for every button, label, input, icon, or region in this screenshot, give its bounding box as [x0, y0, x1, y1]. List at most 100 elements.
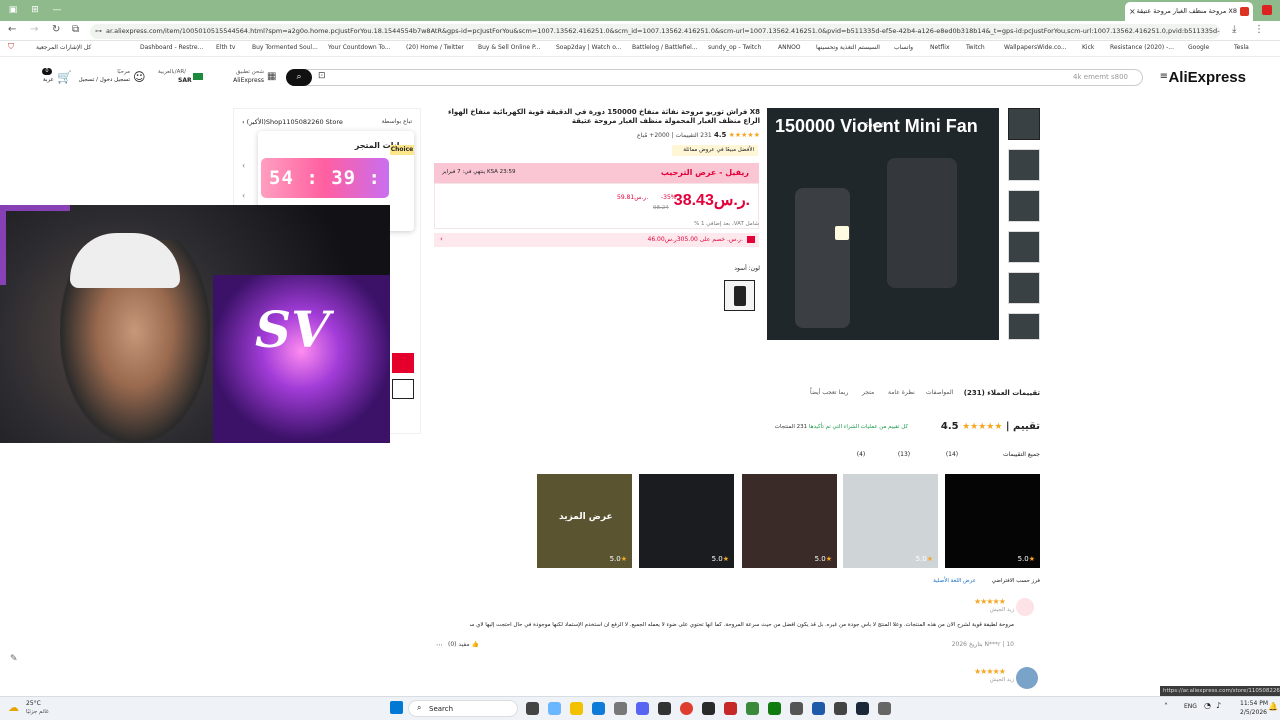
- review-image[interactable]: 5.0★: [843, 474, 938, 568]
- bookmark-item[interactable]: Netflix: [930, 44, 950, 51]
- bookmark-item[interactable]: Soap2day | Watch o...: [556, 44, 622, 51]
- filter-comments[interactable]: (4): [846, 449, 876, 461]
- app-ship-value[interactable]: AliExpress: [232, 77, 264, 84]
- tray-chevron-icon[interactable]: ˄: [1164, 702, 1168, 711]
- image-search-icon[interactable]: ⊡: [318, 71, 326, 81]
- edit-pen-icon[interactable]: ✎: [10, 654, 18, 664]
- bookmark-item[interactable]: sundy_op - Twitch: [708, 44, 761, 51]
- gallery-thumb[interactable]: [1008, 108, 1040, 140]
- tab-reviews[interactable]: تقييمات العملاء (231): [964, 389, 1040, 397]
- obs-icon[interactable]: [702, 702, 715, 715]
- bookmark-item[interactable]: WallpapersWide.co...: [1004, 44, 1067, 51]
- app-icon[interactable]: [834, 702, 847, 715]
- carousel-prev-icon[interactable]: ‹: [242, 191, 245, 200]
- menu-icon[interactable]: ⋮: [1254, 24, 1264, 35]
- bookmark-item[interactable]: (20) Home / Twitter: [406, 44, 464, 51]
- carousel-prev-icon[interactable]: ‹: [242, 161, 245, 170]
- aliexpress-logo[interactable]: AliExpress: [1168, 69, 1246, 86]
- weather-icon[interactable]: ☁: [8, 701, 19, 714]
- bookmark-item[interactable]: واتساب: [894, 44, 913, 51]
- review-image[interactable]: عرض المزيد 5.0★: [537, 474, 632, 568]
- back-icon[interactable]: ←: [8, 24, 16, 35]
- review-image[interactable]: 5.0★: [639, 474, 734, 568]
- window-menu-icon[interactable]: ▣: [6, 4, 20, 17]
- bookmark-item[interactable]: Buy Tormented Soul...: [252, 44, 318, 51]
- file-explorer-icon[interactable]: [570, 702, 583, 715]
- url-field[interactable]: ⊶ ar.aliexpress.com/item/100501051554456…: [90, 24, 1220, 39]
- bookmark-item[interactable]: Your Countdown To...: [328, 44, 391, 51]
- start-icon[interactable]: [390, 701, 403, 714]
- app-icon[interactable]: [878, 702, 891, 715]
- tab-product[interactable]: X8 مروحة منظف الغبار مروحة عتيقة ×: [1125, 2, 1253, 21]
- buy-now-button[interactable]: [392, 353, 414, 373]
- bookmark-item[interactable]: Buy & Sell Online P...: [478, 44, 540, 51]
- clock-time[interactable]: 11:54 PM: [1240, 700, 1268, 707]
- category-menu-icon[interactable]: ≡: [1160, 71, 1168, 82]
- gallery-thumb[interactable]: [1008, 149, 1040, 181]
- edge-icon[interactable]: [592, 702, 605, 715]
- filter-all-ratings[interactable]: جميع التقييمات: [980, 449, 1040, 461]
- discord-icon[interactable]: [636, 702, 649, 715]
- bookmark-item[interactable]: السيستم التغذية وتحسينها: [816, 44, 880, 51]
- app-icon[interactable]: [790, 702, 803, 715]
- account-icon[interactable]: ☺: [133, 70, 146, 84]
- bookmark-item[interactable]: Dashboard - Restre...: [140, 44, 203, 51]
- gallery-thumb[interactable]: [1008, 272, 1040, 304]
- bookmark-item[interactable]: ANNOO: [778, 44, 801, 51]
- extension-shield-icon[interactable]: ⛉: [8, 42, 14, 52]
- app-icon[interactable]: [724, 702, 737, 715]
- task-view-icon[interactable]: [526, 702, 539, 715]
- forward-icon[interactable]: →: [30, 24, 38, 35]
- extension-icon[interactable]: [1262, 5, 1272, 15]
- download-icon[interactable]: ⤓: [1232, 24, 1236, 35]
- bookmark-item[interactable]: Twitch: [966, 44, 985, 51]
- bookmark-item[interactable]: Kick: [1082, 44, 1094, 51]
- helpful-button[interactable]: مفيد (0) 👍: [448, 641, 479, 648]
- tab-recommended[interactable]: ربما تعجب أيضاً: [810, 389, 848, 396]
- bookmark-item[interactable]: Tesla: [1234, 44, 1249, 51]
- store-link[interactable]: ‹ (الأكبر)Shop1105082260 Store: [242, 118, 343, 126]
- site-info-icon[interactable]: ⊶: [95, 24, 102, 39]
- bookmark-item[interactable]: Battlelog / Battlefiel...: [632, 44, 698, 51]
- app-icon[interactable]: [658, 702, 671, 715]
- search-button[interactable]: ⌕: [286, 69, 312, 86]
- bookmark-item[interactable]: Google: [1188, 44, 1209, 51]
- add-to-cart-button[interactable]: [392, 379, 414, 399]
- close-tab-icon[interactable]: ×: [1129, 2, 1136, 21]
- bookmark-all[interactable]: كل الإشارات المرجعية: [36, 44, 91, 51]
- signin-link[interactable]: تسجيل دخول / تسجيل: [79, 77, 130, 83]
- filter-local[interactable]: (13): [886, 449, 922, 461]
- tab-store[interactable]: متجر: [862, 389, 874, 396]
- currency-selector[interactable]: SAR: [178, 77, 192, 84]
- app-icon[interactable]: [614, 702, 627, 715]
- tab-overview[interactable]: نظرة عامة: [888, 389, 915, 396]
- tab-icon[interactable]: ⧉: [72, 24, 79, 35]
- search-input[interactable]: 4k ememt s800: [286, 69, 1143, 86]
- notification-bell-icon[interactable]: 🔔: [1268, 702, 1278, 711]
- coupon-bar[interactable]: ‹ 46.00ر.س. خصم على 305.00ر.س.: [434, 233, 759, 247]
- copilot-icon[interactable]: [548, 702, 561, 715]
- gallery-thumb[interactable]: [1008, 313, 1040, 340]
- tab-search-icon[interactable]: ⊞: [28, 4, 42, 17]
- app-icon[interactable]: [812, 702, 825, 715]
- tray-language[interactable]: ENG: [1184, 703, 1197, 710]
- qr-icon[interactable]: ▦: [267, 71, 276, 82]
- gallery-thumb[interactable]: [1008, 231, 1040, 263]
- original-language-link[interactable]: عرض اللغة الأصلية: [900, 578, 976, 584]
- minimize-icon[interactable]: —: [50, 4, 64, 17]
- app-icon[interactable]: [746, 702, 759, 715]
- color-option-black[interactable]: [724, 280, 755, 311]
- clock-date[interactable]: 2/5/2026: [1240, 709, 1267, 716]
- gallery-thumb[interactable]: [1008, 190, 1040, 222]
- bookmark-item[interactable]: Resistance (2020) -...: [1110, 44, 1174, 51]
- review-image[interactable]: 5.0★: [742, 474, 837, 568]
- sort-dropdown[interactable]: فرز حسب الافتراضي: [980, 578, 1040, 584]
- review-more-icon[interactable]: ⋯: [436, 641, 443, 649]
- xbox-icon[interactable]: [768, 702, 781, 715]
- cart-icon[interactable]: 🛒: [57, 70, 72, 84]
- rating-summary[interactable]: 231 التقييمات | 2000+ مُباع: [637, 132, 712, 139]
- refresh-icon[interactable]: ↻: [52, 24, 60, 35]
- filter-with-images[interactable]: (14): [934, 449, 970, 461]
- review-image[interactable]: 5.0★: [945, 474, 1040, 568]
- bookmark-item[interactable]: Elth tv: [216, 44, 235, 51]
